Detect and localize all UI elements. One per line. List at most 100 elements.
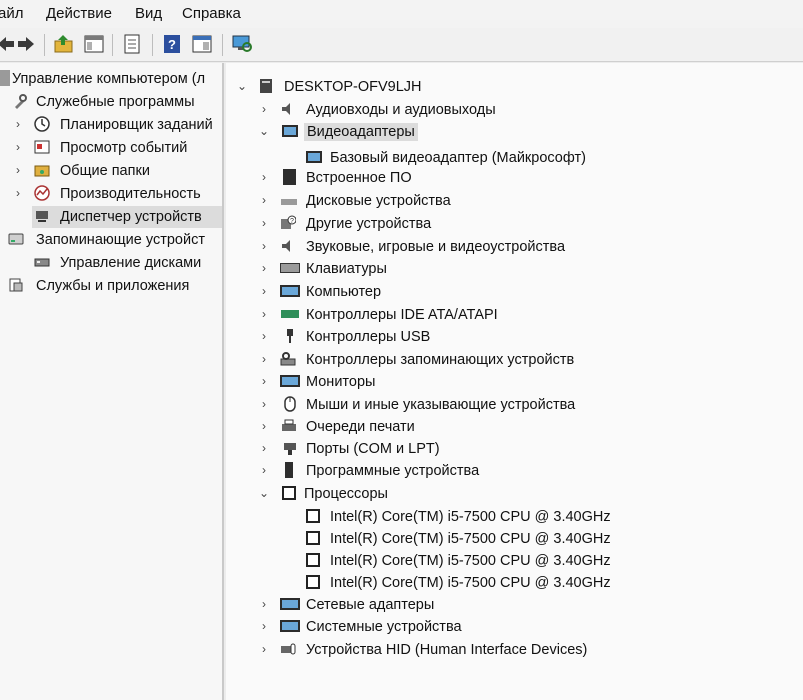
expand-chevron-icon[interactable]: ›	[258, 397, 270, 411]
device-tree: ⌄ DESKTOP-OFV9LJH › Аудиовходы и аудиовы…	[226, 63, 803, 700]
category-other-devices[interactable]: › ? Другие устройства	[226, 213, 803, 235]
tree-item-device-manager[interactable]: Диспетчер устройств	[32, 206, 222, 228]
device-cpu-2[interactable]: Intel(R) Core(TM) i5-7500 CPU @ 3.40GHz	[226, 528, 803, 550]
expand-chevron-icon[interactable]: ›	[258, 239, 270, 253]
category-computer[interactable]: › Компьютер	[226, 281, 803, 303]
tree-item-system-tools[interactable]: Служебные программы	[0, 91, 222, 113]
tree-item-storage[interactable]: Запоминающие устройст	[0, 229, 222, 251]
category-monitors[interactable]: › Мониторы	[226, 371, 803, 393]
expand-chevron-icon[interactable]: ›	[258, 193, 270, 207]
tree-item-event-viewer[interactable]: › Просмотр событий	[0, 137, 222, 159]
menu-help[interactable]: Справка	[182, 5, 241, 22]
event-viewer-icon	[34, 140, 50, 154]
tree-item-computer-management[interactable]: Управление компьютером (л	[0, 68, 222, 90]
help-icon[interactable]: ?	[160, 33, 184, 55]
category-network-adapters[interactable]: › Сетевые адаптеры	[226, 594, 803, 616]
category-print-queues[interactable]: › Очереди печати	[226, 416, 803, 438]
category-usb-controllers[interactable]: › Контроллеры USB	[226, 326, 803, 348]
category-ports[interactable]: › Порты (COM и LPT)	[226, 438, 803, 460]
unknown-device-icon: ?	[281, 215, 296, 229]
up-folder-icon[interactable]	[52, 33, 76, 55]
tree-item-disk-management[interactable]: Управление дисками	[0, 252, 222, 274]
processor-icon	[306, 575, 320, 589]
menu-view[interactable]: Вид	[135, 5, 162, 22]
expand-chevron-icon[interactable]: ›	[12, 117, 24, 131]
shared-folder-icon	[34, 165, 50, 177]
forward-arrow-icon[interactable]	[14, 33, 38, 55]
storage-icon	[8, 233, 24, 245]
category-software-devices[interactable]: › Программные устройства	[226, 460, 803, 482]
speaker-icon	[282, 103, 290, 115]
collapse-chevron-icon[interactable]: ⌄	[258, 486, 270, 500]
keyboard-icon	[280, 263, 300, 273]
category-firmware[interactable]: › Встроенное ПО	[226, 167, 803, 189]
category-mice[interactable]: › Мыши и иные указывающие устройства	[226, 394, 803, 416]
category-ide-controllers[interactable]: › Контроллеры IDE ATA/ATAPI	[226, 304, 803, 326]
category-processors[interactable]: ⌄ Процессоры	[226, 483, 803, 505]
properties-icon[interactable]	[120, 33, 144, 55]
category-system-devices[interactable]: › Системные устройства	[226, 616, 803, 638]
expand-chevron-icon[interactable]: ›	[258, 216, 270, 230]
expand-chevron-icon[interactable]: ›	[258, 642, 270, 656]
category-disk-drives[interactable]: › Дисковые устройства	[226, 190, 803, 212]
expand-chevron-icon[interactable]: ›	[258, 463, 270, 477]
category-audio-io[interactable]: › Аудиовходы и аудиовыходы	[226, 99, 803, 121]
device-basic-display-adapter[interactable]: Базовый видеоадаптер (Майкрософт)	[226, 147, 803, 169]
category-video-adapters[interactable]: ⌄ Видеоадаптеры	[226, 121, 803, 143]
tree-root-computer[interactable]: ⌄ DESKTOP-OFV9LJH	[226, 76, 803, 98]
action-pane-icon[interactable]	[190, 33, 214, 55]
expand-chevron-icon[interactable]: ›	[12, 163, 24, 177]
collapse-chevron-icon[interactable]: ⌄	[258, 124, 270, 138]
tree-item-shared-folders[interactable]: › Общие папки	[0, 160, 222, 182]
usb-icon	[287, 329, 293, 343]
menu-file[interactable]: айл	[0, 5, 23, 22]
scan-hardware-icon[interactable]	[230, 33, 254, 55]
expand-chevron-icon[interactable]: ›	[258, 329, 270, 343]
disk-management-icon	[34, 258, 50, 267]
device-cpu-4[interactable]: Intel(R) Core(TM) i5-7500 CPU @ 3.40GHz	[226, 572, 803, 594]
expand-chevron-icon[interactable]: ›	[258, 597, 270, 611]
services-icon	[9, 278, 23, 292]
storage-controller-icon	[280, 352, 296, 366]
expand-chevron-icon[interactable]: ›	[258, 170, 270, 184]
toolbar-separator	[112, 34, 113, 56]
hid-icon	[281, 643, 296, 655]
port-icon	[284, 443, 296, 455]
video-adapter-icon	[306, 151, 322, 163]
device-cpu-1[interactable]: Intel(R) Core(TM) i5-7500 CPU @ 3.40GHz	[226, 506, 803, 528]
sound-icon	[282, 240, 290, 252]
console-tree-icon[interactable]	[82, 33, 106, 55]
network-adapter-icon	[280, 598, 300, 610]
expand-chevron-icon[interactable]: ›	[258, 102, 270, 116]
device-cpu-3[interactable]: Intel(R) Core(TM) i5-7500 CPU @ 3.40GHz	[226, 550, 803, 572]
expand-chevron-icon[interactable]: ›	[258, 307, 270, 321]
expand-chevron-icon[interactable]: ›	[258, 352, 270, 366]
expand-chevron-icon[interactable]: ›	[258, 441, 270, 455]
expand-chevron-icon[interactable]: ›	[258, 261, 270, 275]
category-keyboards[interactable]: › Клавиатуры	[226, 258, 803, 280]
expand-chevron-icon[interactable]: ›	[258, 619, 270, 633]
software-device-icon	[285, 462, 293, 478]
collapse-chevron-icon[interactable]: ⌄	[236, 79, 248, 93]
toolbar: ?	[0, 28, 803, 62]
tree-item-task-scheduler[interactable]: › Планировщик заданий	[0, 114, 222, 136]
toolbar-separator	[44, 34, 45, 56]
tree-item-performance[interactable]: › Производительность	[0, 183, 222, 205]
expand-chevron-icon[interactable]: ›	[12, 186, 24, 200]
toolbar-separator	[152, 34, 153, 56]
device-manager-icon	[36, 211, 48, 222]
expand-chevron-icon[interactable]: ›	[258, 284, 270, 298]
category-sound-video-game[interactable]: › Звуковые, игровые и видеоустройства	[226, 236, 803, 258]
expand-chevron-icon[interactable]: ›	[258, 374, 270, 388]
computer-icon	[260, 79, 272, 93]
expand-chevron-icon[interactable]: ›	[12, 140, 24, 154]
firmware-icon	[283, 169, 296, 185]
disk-drive-icon	[281, 199, 297, 205]
toolbar-separator	[222, 34, 223, 56]
expand-chevron-icon[interactable]: ›	[258, 419, 270, 433]
tree-item-services-apps[interactable]: Службы и приложения	[0, 275, 222, 297]
category-hid[interactable]: › Устройства HID (Human Interface Device…	[226, 639, 803, 661]
processor-icon	[306, 531, 320, 545]
category-storage-controllers[interactable]: › Контроллеры запоминающих устройств	[226, 349, 803, 371]
menu-action[interactable]: Действие	[46, 5, 112, 22]
